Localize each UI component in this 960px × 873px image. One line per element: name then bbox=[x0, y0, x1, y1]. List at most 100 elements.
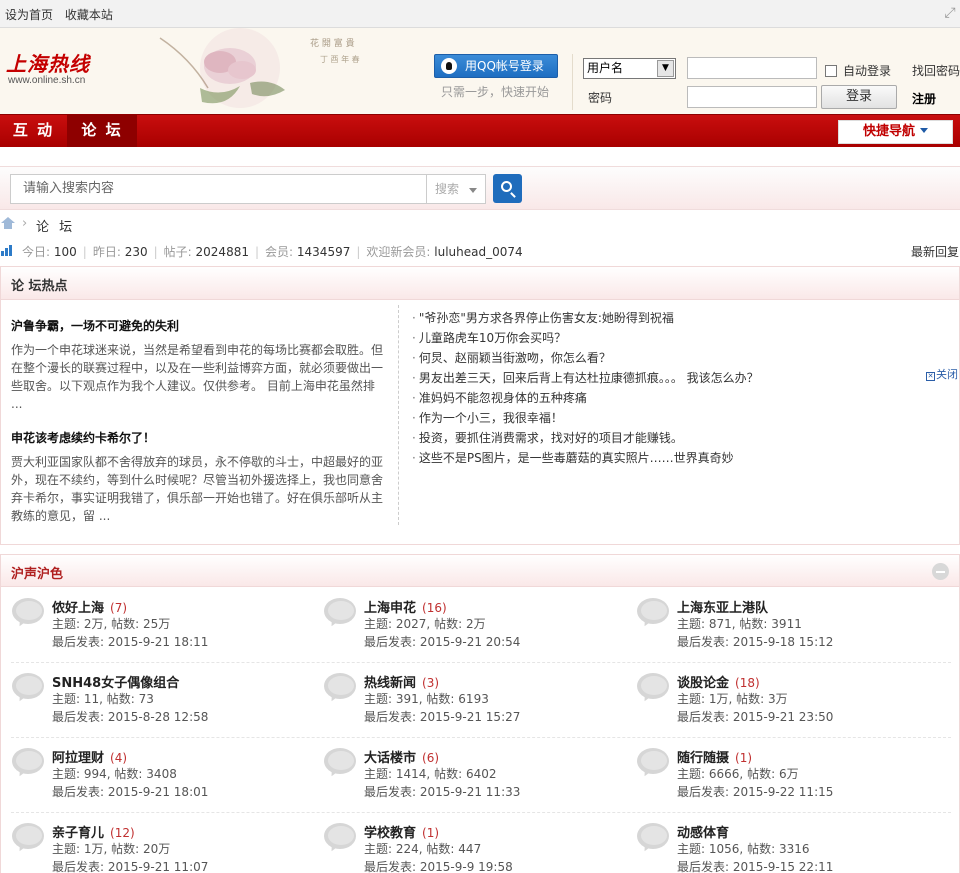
bookmark-link[interactable]: 收藏本站 bbox=[65, 8, 113, 22]
forum-board[interactable]: 谈股论金 (18) 主题: 1万, 帖数: 3万 最后发表: 2015-9-21 23… bbox=[636, 663, 936, 738]
forum-stats: 主题: 1万, 帖数: 20万 bbox=[52, 842, 171, 856]
forum-posts-value: 3万 bbox=[768, 692, 788, 706]
forum-last-time[interactable]: 2015-9-21 18:01 bbox=[108, 785, 209, 799]
set-home-link[interactable]: 设为首页 bbox=[5, 8, 53, 22]
forum-board[interactable]: 动感体育 主题: 1056, 帖数: 3316 最后发表: 2015-9-15 22… bbox=[636, 813, 936, 873]
forum-board[interactable]: 大话楼市 (6) 主题: 1414, 帖数: 6402 最后发表: 2015-9-21… bbox=[323, 738, 623, 813]
search-input[interactable]: 请输入搜索内容 bbox=[10, 174, 426, 204]
forum-board[interactable]: SNH48女子偶像组合 主题: 11, 帖数: 73 最后发表: 2015-8-28… bbox=[11, 663, 311, 738]
forum-new-count: (12) bbox=[110, 826, 135, 840]
qq-login-button[interactable]: 用QQ帐号登录 bbox=[434, 54, 558, 78]
forum-name-link[interactable]: 随行随摄 (1) bbox=[677, 747, 752, 766]
hot-topic-link[interactable]: 投资，要抓住消费需求，找对好的项目才能赚钱。 bbox=[412, 428, 922, 448]
forum-name-link[interactable]: 亲子育儿 (12) bbox=[52, 822, 135, 841]
collapse-icon[interactable] bbox=[932, 563, 949, 580]
search-button[interactable] bbox=[493, 174, 522, 203]
forum-name-link[interactable]: 动感体育 bbox=[677, 822, 729, 841]
forum-last-time[interactable]: 2015-9-22 11:15 bbox=[733, 785, 834, 799]
home-icon[interactable] bbox=[1, 217, 15, 230]
hot-article-title[interactable]: 申花该考虑续约卡希尔了！ bbox=[11, 429, 383, 447]
forum-board[interactable]: 上海东亚上港队 主题: 871, 帖数: 3911 最后发表: 2015-9-18 … bbox=[636, 588, 936, 663]
forum-name-link[interactable]: 上海东亚上港队 bbox=[677, 597, 768, 616]
forum-new-count: (6) bbox=[422, 751, 440, 765]
site-header: 花 開 富 貴 丁 酉 年 春 上海热线 www.online.sh.cn 用Q… bbox=[0, 28, 960, 114]
search-icon bbox=[501, 181, 512, 192]
forum-name: 谈股论金 bbox=[677, 676, 730, 691]
forum-board[interactable]: 热线新闻 (3) 主题: 391, 帖数: 6193 最后发表: 2015-9-21 … bbox=[323, 663, 623, 738]
hot-topic-link[interactable]: 儿童路虎车10万你会买吗？ bbox=[412, 328, 922, 348]
hot-topic-link[interactable]: "爷孙恋"男方求各界停止伤害女友:她盼得到祝福 bbox=[412, 308, 922, 328]
forum-category-title[interactable]: 沪声沪色 bbox=[11, 563, 63, 582]
hot-topic-list: "爷孙恋"男方求各界停止伤害女友:她盼得到祝福 儿童路虎车10万你会买吗？ 何炅… bbox=[412, 308, 922, 468]
forum-last-time[interactable]: 2015-9-21 23:50 bbox=[733, 710, 834, 724]
breadcrumb-current[interactable]: 论 坛 bbox=[36, 216, 75, 235]
forum-new-count: (1) bbox=[735, 751, 753, 765]
forum-name-link[interactable]: SNH48女子偶像组合 bbox=[52, 672, 179, 691]
forum-board[interactable]: 学校教育 (1) 主题: 224, 帖数: 447 最后发表: 2015-9-9 19… bbox=[323, 813, 623, 873]
forum-name: 随行随摄 bbox=[677, 751, 730, 766]
stat-welcome-label: 欢迎新会员: bbox=[366, 245, 431, 259]
forum-posts-value: 6402 bbox=[465, 767, 497, 781]
forum-board[interactable]: 亲子育儿 (12) 主题: 1万, 帖数: 20万 最后发表: 2015-9-21 1… bbox=[11, 813, 311, 873]
forum-name-link[interactable]: 学校教育 (1) bbox=[364, 822, 439, 841]
forum-topics-label: 主题: bbox=[364, 767, 393, 781]
username-type-select[interactable]: 用户名 ▼ bbox=[583, 58, 676, 79]
forum-name: 上海申花 bbox=[364, 601, 417, 616]
search-type-select[interactable]: 搜索 bbox=[426, 174, 486, 204]
register-link[interactable]: 注册 bbox=[912, 90, 936, 107]
find-password-link[interactable]: 找回密码 bbox=[912, 62, 960, 79]
forum-last-time[interactable]: 2015-9-21 11:07 bbox=[108, 860, 209, 873]
hot-article-title[interactable]: 沪鲁争霸，一场不可避免的失利 bbox=[11, 317, 383, 335]
forum-last-label: 最后发表: bbox=[677, 710, 730, 724]
forum-topics-value: 1万 bbox=[708, 692, 729, 706]
forum-board[interactable]: 阿拉理财 (4) 主题: 994, 帖数: 3408 最后发表: 2015-9-21 … bbox=[11, 738, 311, 813]
forum-last-time[interactable]: 2015-9-21 11:33 bbox=[420, 785, 521, 799]
forum-last-time[interactable]: 2015-9-9 19:58 bbox=[420, 860, 513, 873]
hot-topic-link[interactable]: 男友出差三天，回来后背上有达杜拉康德抓痕。。。 我该怎么办？ bbox=[412, 368, 922, 388]
forum-board[interactable]: 上海申花 (16) 主题: 2027, 帖数: 2万 最后发表: 2015-9-21 … bbox=[323, 588, 623, 663]
password-input[interactable] bbox=[687, 86, 817, 108]
fullscreen-icon[interactable]: ⤢ bbox=[942, 5, 958, 21]
forum-last-time[interactable]: 2015-9-21 20:54 bbox=[420, 635, 521, 649]
caret-down-icon bbox=[469, 188, 477, 193]
nav-item-interact[interactable]: 互 动 bbox=[0, 115, 67, 147]
hot-topic-link[interactable]: 这些不是PS图片，是一些毒蘑菇的真实照片……世界真奇妙 bbox=[412, 448, 922, 468]
forum-last-time[interactable]: 2015-9-21 18:11 bbox=[108, 635, 209, 649]
forum-topics-label: 主题: bbox=[52, 767, 81, 781]
forum-last-time[interactable]: 2015-9-21 15:27 bbox=[420, 710, 521, 724]
forum-name: SNH48女子偶像组合 bbox=[52, 676, 180, 691]
forum-name-link[interactable]: 热线新闻 (3) bbox=[364, 672, 439, 691]
forum-topics-value: 994 bbox=[83, 767, 107, 781]
forum-name-link[interactable]: 上海申花 (16) bbox=[364, 597, 447, 616]
forum-board[interactable]: 随行随摄 (1) 主题: 6666, 帖数: 6万 最后发表: 2015-9-22 1… bbox=[636, 738, 936, 813]
forum-last-time[interactable]: 2015-9-15 22:11 bbox=[733, 860, 834, 873]
forum-posts-label: 帖数: bbox=[111, 617, 140, 631]
forum-last-time[interactable]: 2015-8-28 12:58 bbox=[108, 710, 209, 724]
ad-close-button[interactable]: ✕ 关闭 bbox=[926, 366, 958, 382]
hot-topic-link[interactable]: 作为一个小三，我很幸福！ bbox=[412, 408, 922, 428]
forum-last-time[interactable]: 2015-9-18 15:12 bbox=[733, 635, 834, 649]
forum-last-post: 最后发表: 2015-9-21 18:11 bbox=[52, 633, 208, 650]
forum-board[interactable]: 侬好上海 (7) 主题: 2万, 帖数: 25万 最后发表: 2015-9-21 18… bbox=[11, 588, 311, 663]
site-logo[interactable]: 上海热线 bbox=[6, 48, 90, 77]
username-input[interactable] bbox=[687, 57, 817, 79]
login-button[interactable]: 登录 bbox=[821, 85, 897, 109]
auto-login-checkbox[interactable]: 自动登录 bbox=[825, 62, 891, 79]
forum-last-label: 最后发表: bbox=[364, 710, 417, 724]
forum-last-post: 最后发表: 2015-9-21 20:54 bbox=[364, 633, 520, 650]
hot-article-summary: 贾大利亚国家队都不舍得放弃的球员，永不停歇的斗士，中超最好的亚外，现在不续约，等… bbox=[11, 455, 384, 523]
forum-name-link[interactable]: 侬好上海 (7) bbox=[52, 597, 127, 616]
nav-item-forum[interactable]: 论 坛 bbox=[67, 115, 137, 147]
forum-name-link[interactable]: 阿拉理财 (4) bbox=[52, 747, 127, 766]
hot-topic-link[interactable]: 何炅、赵丽颖当街激吻，你怎么看？ bbox=[412, 348, 922, 368]
forum-stats: 主题: 1056, 帖数: 3316 bbox=[677, 842, 810, 856]
hot-topic-link[interactable]: 准妈妈不能忽视身体的五种疼痛 bbox=[412, 388, 922, 408]
forum-topics-label: 主题: bbox=[52, 842, 81, 856]
quick-nav-button[interactable]: 快捷导航 bbox=[838, 120, 953, 144]
forum-name-link[interactable]: 谈股论金 (18) bbox=[677, 672, 760, 691]
new-member-link[interactable]: luluhead_0074 bbox=[434, 245, 522, 259]
forum-bubble-icon bbox=[637, 748, 669, 779]
forum-posts-value: 3316 bbox=[778, 842, 810, 856]
forum-name-link[interactable]: 大话楼市 (6) bbox=[364, 747, 439, 766]
latest-reply-link[interactable]: 最新回复 bbox=[911, 243, 959, 260]
